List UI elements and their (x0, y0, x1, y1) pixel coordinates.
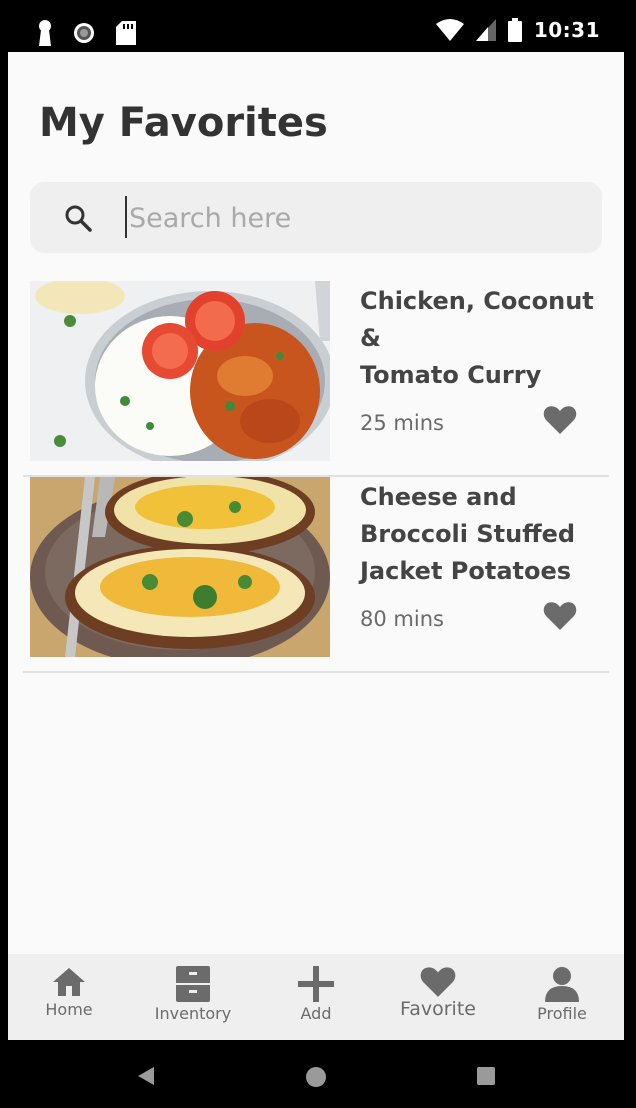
text-cursor (125, 196, 127, 238)
recipe-cook-time: 25 mins (360, 411, 444, 435)
nav-label: Profile (537, 1004, 587, 1023)
search-bar[interactable] (30, 182, 602, 253)
favorites-screen: My Favorites Search here Chicken, Coconu… (8, 52, 624, 1040)
status-bar: 10:31 (0, 0, 636, 52)
page-title: My Favorites (39, 100, 328, 146)
nav-label: Inventory (154, 1004, 232, 1023)
add-icon (298, 966, 334, 1002)
recipe-title-line: Chicken, Coconut & (360, 287, 594, 352)
cell-signal-icon (475, 19, 496, 41)
nav-item-profile[interactable]: Profile (516, 954, 608, 1040)
bottom-navigation: Home Inventory Add Favorite Profile (8, 954, 624, 1040)
recipe-card[interactable]: Cheese and Broccoli Stuffed Jacket Potat… (23, 477, 609, 673)
system-navigation-bar (0, 1040, 636, 1108)
wifi-icon (435, 19, 464, 41)
recipe-title-line: Jacket Potatoes (360, 557, 572, 585)
nav-item-favorite[interactable]: Favorite (388, 954, 488, 1040)
sd-card-icon (116, 21, 136, 45)
recipe-title-line: Cheese and (360, 483, 517, 511)
recipe-cook-time: 80 mins (360, 607, 444, 631)
status-notification-icons (38, 20, 136, 46)
recipe-title[interactable]: Chicken, Coconut & Tomato Curry (360, 283, 610, 394)
recipe-image[interactable] (30, 281, 330, 461)
keyhole-notification-icon (39, 20, 51, 46)
search-input[interactable] (125, 196, 565, 240)
recipe-title-line: Tomato Curry (360, 361, 542, 389)
home-button-icon[interactable] (305, 1066, 327, 1088)
nav-label: Home (45, 1000, 93, 1019)
back-icon[interactable] (136, 1066, 156, 1086)
nav-item-inventory[interactable]: Inventory (143, 954, 243, 1040)
recipe-list: Chicken, Coconut & Tomato Curry 25 mins (23, 281, 609, 673)
battery-icon (507, 18, 522, 42)
recipe-card[interactable]: Chicken, Coconut & Tomato Curry 25 mins (23, 281, 609, 477)
profile-icon (545, 967, 579, 1002)
nav-label: Favorite (400, 998, 476, 1020)
sync-notification-icon (74, 23, 94, 43)
favorite-heart-icon[interactable] (543, 601, 577, 631)
inventory-icon (176, 966, 210, 1002)
status-time: 10:31 (533, 18, 600, 42)
search-icon (65, 205, 92, 232)
nav-label: Add (300, 1004, 332, 1023)
recipe-image[interactable] (30, 477, 330, 657)
recipe-title[interactable]: Cheese and Broccoli Stuffed Jacket Potat… (360, 479, 610, 590)
nav-item-add[interactable]: Add (272, 954, 360, 1040)
recipe-title-line: Broccoli Stuffed (360, 520, 576, 548)
home-icon (53, 968, 85, 996)
recents-icon[interactable] (476, 1066, 496, 1086)
heart-icon (420, 967, 456, 997)
nav-item-home[interactable]: Home (22, 954, 116, 1040)
status-system-icons: 10:31 (435, 18, 600, 42)
favorite-heart-icon[interactable] (543, 405, 577, 435)
